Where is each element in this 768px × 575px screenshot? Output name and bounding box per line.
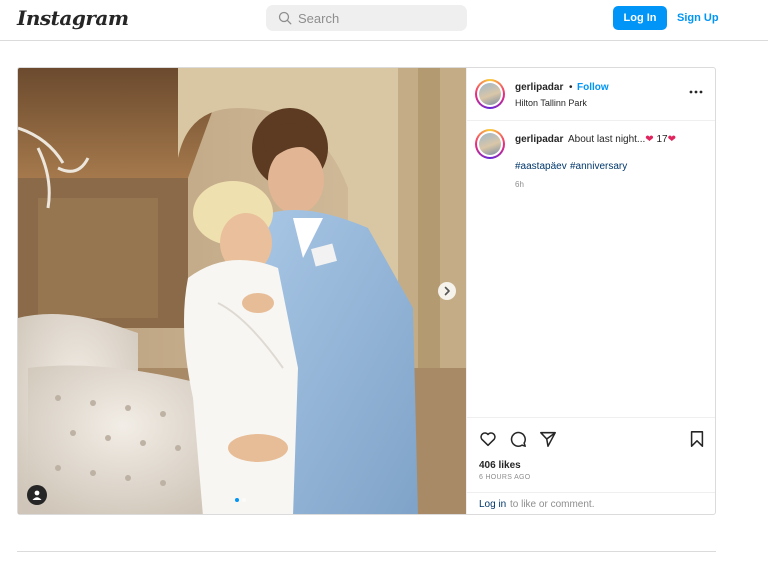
caption-text: About last night...❤ 17❤ [568,134,676,145]
carousel-indicator [235,498,246,502]
search-icon [278,11,292,25]
carousel-dot-active [235,498,239,502]
follow-button[interactable]: Follow [577,82,609,93]
hashtag-link[interactable]: #anniversary [570,161,627,172]
post-photo-illustration [18,68,466,514]
search-input[interactable] [298,5,458,31]
heart-emoji: ❤ [667,134,676,145]
caption-avatar[interactable] [475,129,505,159]
comment-bar: Log in to like or comment. [467,492,715,514]
post-sidebar: gerlipadar • Follow Hilton Tallinn Park … [466,68,715,514]
heart-icon[interactable] [479,430,497,448]
author-avatar[interactable] [475,79,505,109]
comment-icon[interactable] [509,430,527,448]
chevron-right-icon [444,286,450,296]
share-icon[interactable] [539,430,557,448]
post-photo[interactable] [18,68,466,514]
hashtag-link[interactable]: #aastapäev [515,161,567,172]
bookmark-icon[interactable] [688,430,706,448]
caption-username[interactable]: gerlipadar [515,134,563,145]
carousel-dot [242,498,246,502]
instagram-logo[interactable]: Instagram [17,6,129,30]
tagged-users-button[interactable] [27,485,47,505]
more-options-icon[interactable] [689,89,703,95]
caption-body: About last night... [568,134,646,145]
heart-emoji: ❤ [645,134,654,145]
next-slide-button[interactable] [438,282,456,300]
top-nav: Instagram Log In Sign Up [0,0,768,41]
post-timestamp[interactable]: 6 HOURS AGO [479,474,531,481]
header-separator: • [569,82,573,93]
search-box[interactable] [266,5,467,31]
post-header: gerlipadar • Follow Hilton Tallinn Park [467,68,715,121]
caption-timestamp: 6h [515,180,524,189]
likes-count[interactable]: 406 likes [479,460,521,471]
login-button[interactable]: Log In [613,6,667,30]
action-bar [467,417,715,457]
divider [17,551,716,552]
post-card: gerlipadar • Follow Hilton Tallinn Park … [17,67,716,515]
author-username[interactable]: gerlipadar [515,82,563,93]
user-tag-icon [32,490,42,500]
signup-link[interactable]: Sign Up [677,12,719,24]
post-location[interactable]: Hilton Tallinn Park [515,98,587,108]
login-link[interactable]: Log in [479,499,506,510]
comment-prompt: to like or comment. [510,499,595,510]
caption-number: 17 [656,134,668,145]
